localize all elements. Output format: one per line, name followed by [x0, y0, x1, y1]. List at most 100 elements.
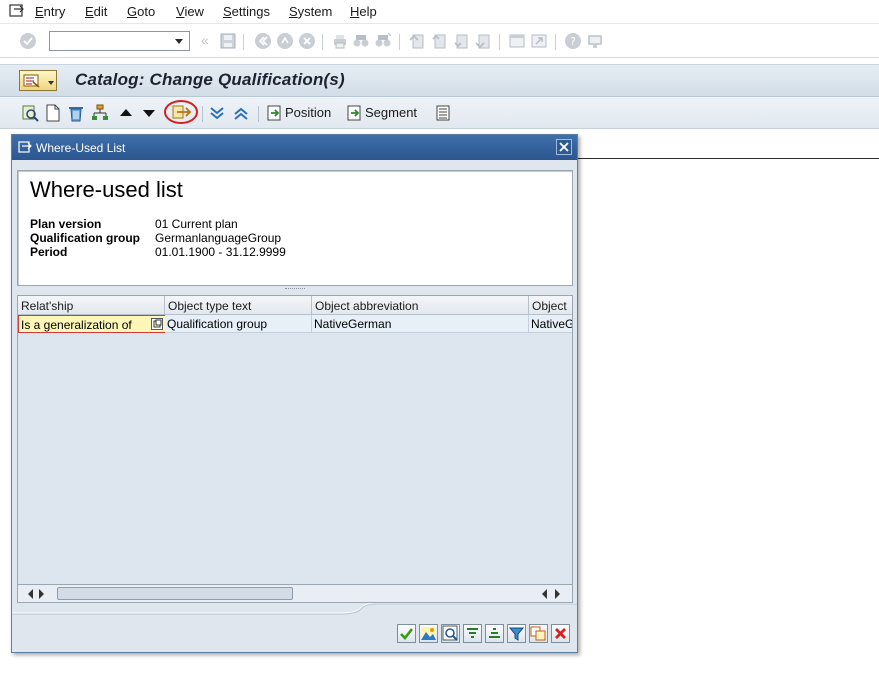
- filter-button[interactable]: [507, 624, 526, 643]
- find-button[interactable]: [441, 624, 460, 643]
- scroll-left-icon[interactable]: [23, 589, 33, 599]
- mountain-graphic-icon: [421, 627, 436, 640]
- horizontal-scrollbar[interactable]: [17, 585, 573, 603]
- table-cell-object-type-text[interactable]: Qualification group: [165, 315, 312, 333]
- next-page-icon[interactable]: [452, 32, 470, 50]
- expand-all-icon[interactable]: [208, 104, 226, 122]
- list-header-box: Where-used list Plan version 01 Current …: [17, 170, 573, 286]
- menu-goto[interactable]: Goto: [127, 4, 155, 19]
- screen-menu-button[interactable]: [19, 70, 57, 91]
- double-chevron-icon[interactable]: «: [201, 32, 209, 48]
- find-icon[interactable]: [352, 32, 370, 50]
- move-down-icon[interactable]: [140, 104, 158, 122]
- position-icon: [267, 105, 281, 121]
- close-icon: [559, 142, 569, 152]
- save-icon[interactable]: [219, 32, 237, 50]
- value-help-icon[interactable]: [151, 318, 163, 330]
- screen-title-bar: Catalog: Change Qualification(s): [0, 64, 879, 97]
- scroll-right-end-icon[interactable]: [555, 589, 565, 599]
- command-field[interactable]: [49, 31, 190, 51]
- delete-icon[interactable]: [67, 104, 85, 122]
- dialog-window-icon: [18, 141, 32, 153]
- scroll-right-icon[interactable]: [39, 589, 49, 599]
- copy-window-icon: [530, 626, 546, 641]
- relationship-value: Is a generalization of: [21, 318, 132, 332]
- dialog-title-bar[interactable]: Where-Used List: [12, 135, 577, 160]
- print-preview-button[interactable]: [529, 624, 548, 643]
- scrollbar-thumb[interactable]: [57, 587, 293, 600]
- dropdown-arrow-icon: [48, 81, 54, 85]
- command-input[interactable]: [50, 32, 168, 50]
- cancel-button[interactable]: [551, 624, 570, 643]
- create-session-icon[interactable]: [508, 32, 526, 50]
- table-header-row: Relat'ship Object type text Object abbre…: [18, 296, 572, 315]
- list-heading: Where-used list: [30, 177, 183, 202]
- structure-icon[interactable]: [91, 104, 109, 122]
- pane-splitter[interactable]: [17, 287, 573, 293]
- continue-button[interactable]: [397, 624, 416, 643]
- plan-version-value: 01 Current plan: [155, 217, 238, 231]
- column-header-object-type-text[interactable]: Object type text: [165, 296, 312, 315]
- table-cell-object-abbreviation[interactable]: NativeGerman: [312, 315, 529, 333]
- display-object-icon[interactable]: [21, 104, 39, 122]
- qualification-group-label: Qualification group: [30, 231, 140, 245]
- column-header-object[interactable]: Object: [529, 296, 572, 315]
- first-page-icon[interactable]: [408, 32, 426, 50]
- table-cell-relationship[interactable]: Is a generalization of: [18, 315, 166, 333]
- find-magnifier-icon: [442, 625, 458, 641]
- background-divider: [577, 158, 879, 159]
- print-icon[interactable]: [331, 32, 349, 50]
- menu-edit[interactable]: Edit: [85, 4, 107, 19]
- column-header-relationship[interactable]: Relat'ship: [18, 296, 165, 315]
- segment-label: Segment: [365, 105, 418, 120]
- find-next-icon[interactable]: [374, 32, 392, 50]
- enter-check-icon[interactable]: [19, 32, 37, 50]
- menu-book-icon: [23, 74, 40, 88]
- sort-descending-button[interactable]: [485, 624, 504, 643]
- move-up-icon[interactable]: [117, 104, 135, 122]
- shortcut-icon[interactable]: [530, 32, 548, 50]
- application-toolbar: Position Segment: [0, 97, 879, 129]
- separator: [499, 34, 500, 50]
- dialog-title: Where-Used List: [36, 141, 126, 155]
- dialog-footer: [12, 603, 577, 652]
- cancel-icon[interactable]: [298, 32, 316, 50]
- create-icon[interactable]: [44, 104, 62, 122]
- sort-descending-icon: [489, 628, 500, 638]
- menu-system[interactable]: System: [289, 4, 332, 19]
- standard-toolbar: « ?: [0, 25, 879, 58]
- menu-bar: Entry Edit Goto View Settings System Hel…: [0, 0, 879, 24]
- menu-entry[interactable]: Entry: [35, 4, 65, 19]
- segment-icon: [347, 105, 361, 121]
- system-menu-icon[interactable]: [9, 3, 25, 19]
- where-used-table: Relat'ship Object type text Object abbre…: [17, 295, 573, 585]
- position-label: Position: [285, 105, 332, 120]
- column-header-object-abbreviation[interactable]: Object abbreviation: [312, 296, 529, 315]
- separator: [243, 34, 244, 50]
- plan-version-label: Plan version: [30, 217, 102, 231]
- scroll-left-end-icon[interactable]: [537, 589, 547, 599]
- last-page-icon[interactable]: [474, 32, 492, 50]
- cancel-x-icon: [555, 628, 566, 639]
- exit-icon[interactable]: [276, 32, 294, 50]
- customize-layout-icon[interactable]: [586, 32, 604, 50]
- where-used-list-button[interactable]: [163, 99, 199, 125]
- qualification-group-value: GermanlanguageGroup: [155, 231, 282, 245]
- chevron-down-icon[interactable]: [171, 33, 187, 49]
- back-icon[interactable]: [254, 32, 272, 50]
- where-used-dialog: Where-Used List Where-used list Plan ver…: [11, 134, 578, 653]
- separator: [399, 34, 400, 50]
- menu-help[interactable]: Help: [350, 4, 377, 19]
- menu-view[interactable]: View: [176, 4, 204, 19]
- collapse-all-icon[interactable]: [232, 104, 250, 122]
- menu-settings[interactable]: Settings: [223, 4, 270, 19]
- table-cell-object[interactable]: NativeG: [529, 315, 572, 333]
- close-button[interactable]: [556, 139, 572, 155]
- sort-ascending-button[interactable]: [463, 624, 482, 643]
- graphic-button[interactable]: [419, 624, 438, 643]
- check-icon: [400, 628, 414, 640]
- details-list-icon[interactable]: [434, 104, 452, 122]
- previous-page-icon[interactable]: [430, 32, 448, 50]
- sort-ascending-icon: [467, 628, 478, 638]
- help-icon[interactable]: ?: [564, 32, 582, 50]
